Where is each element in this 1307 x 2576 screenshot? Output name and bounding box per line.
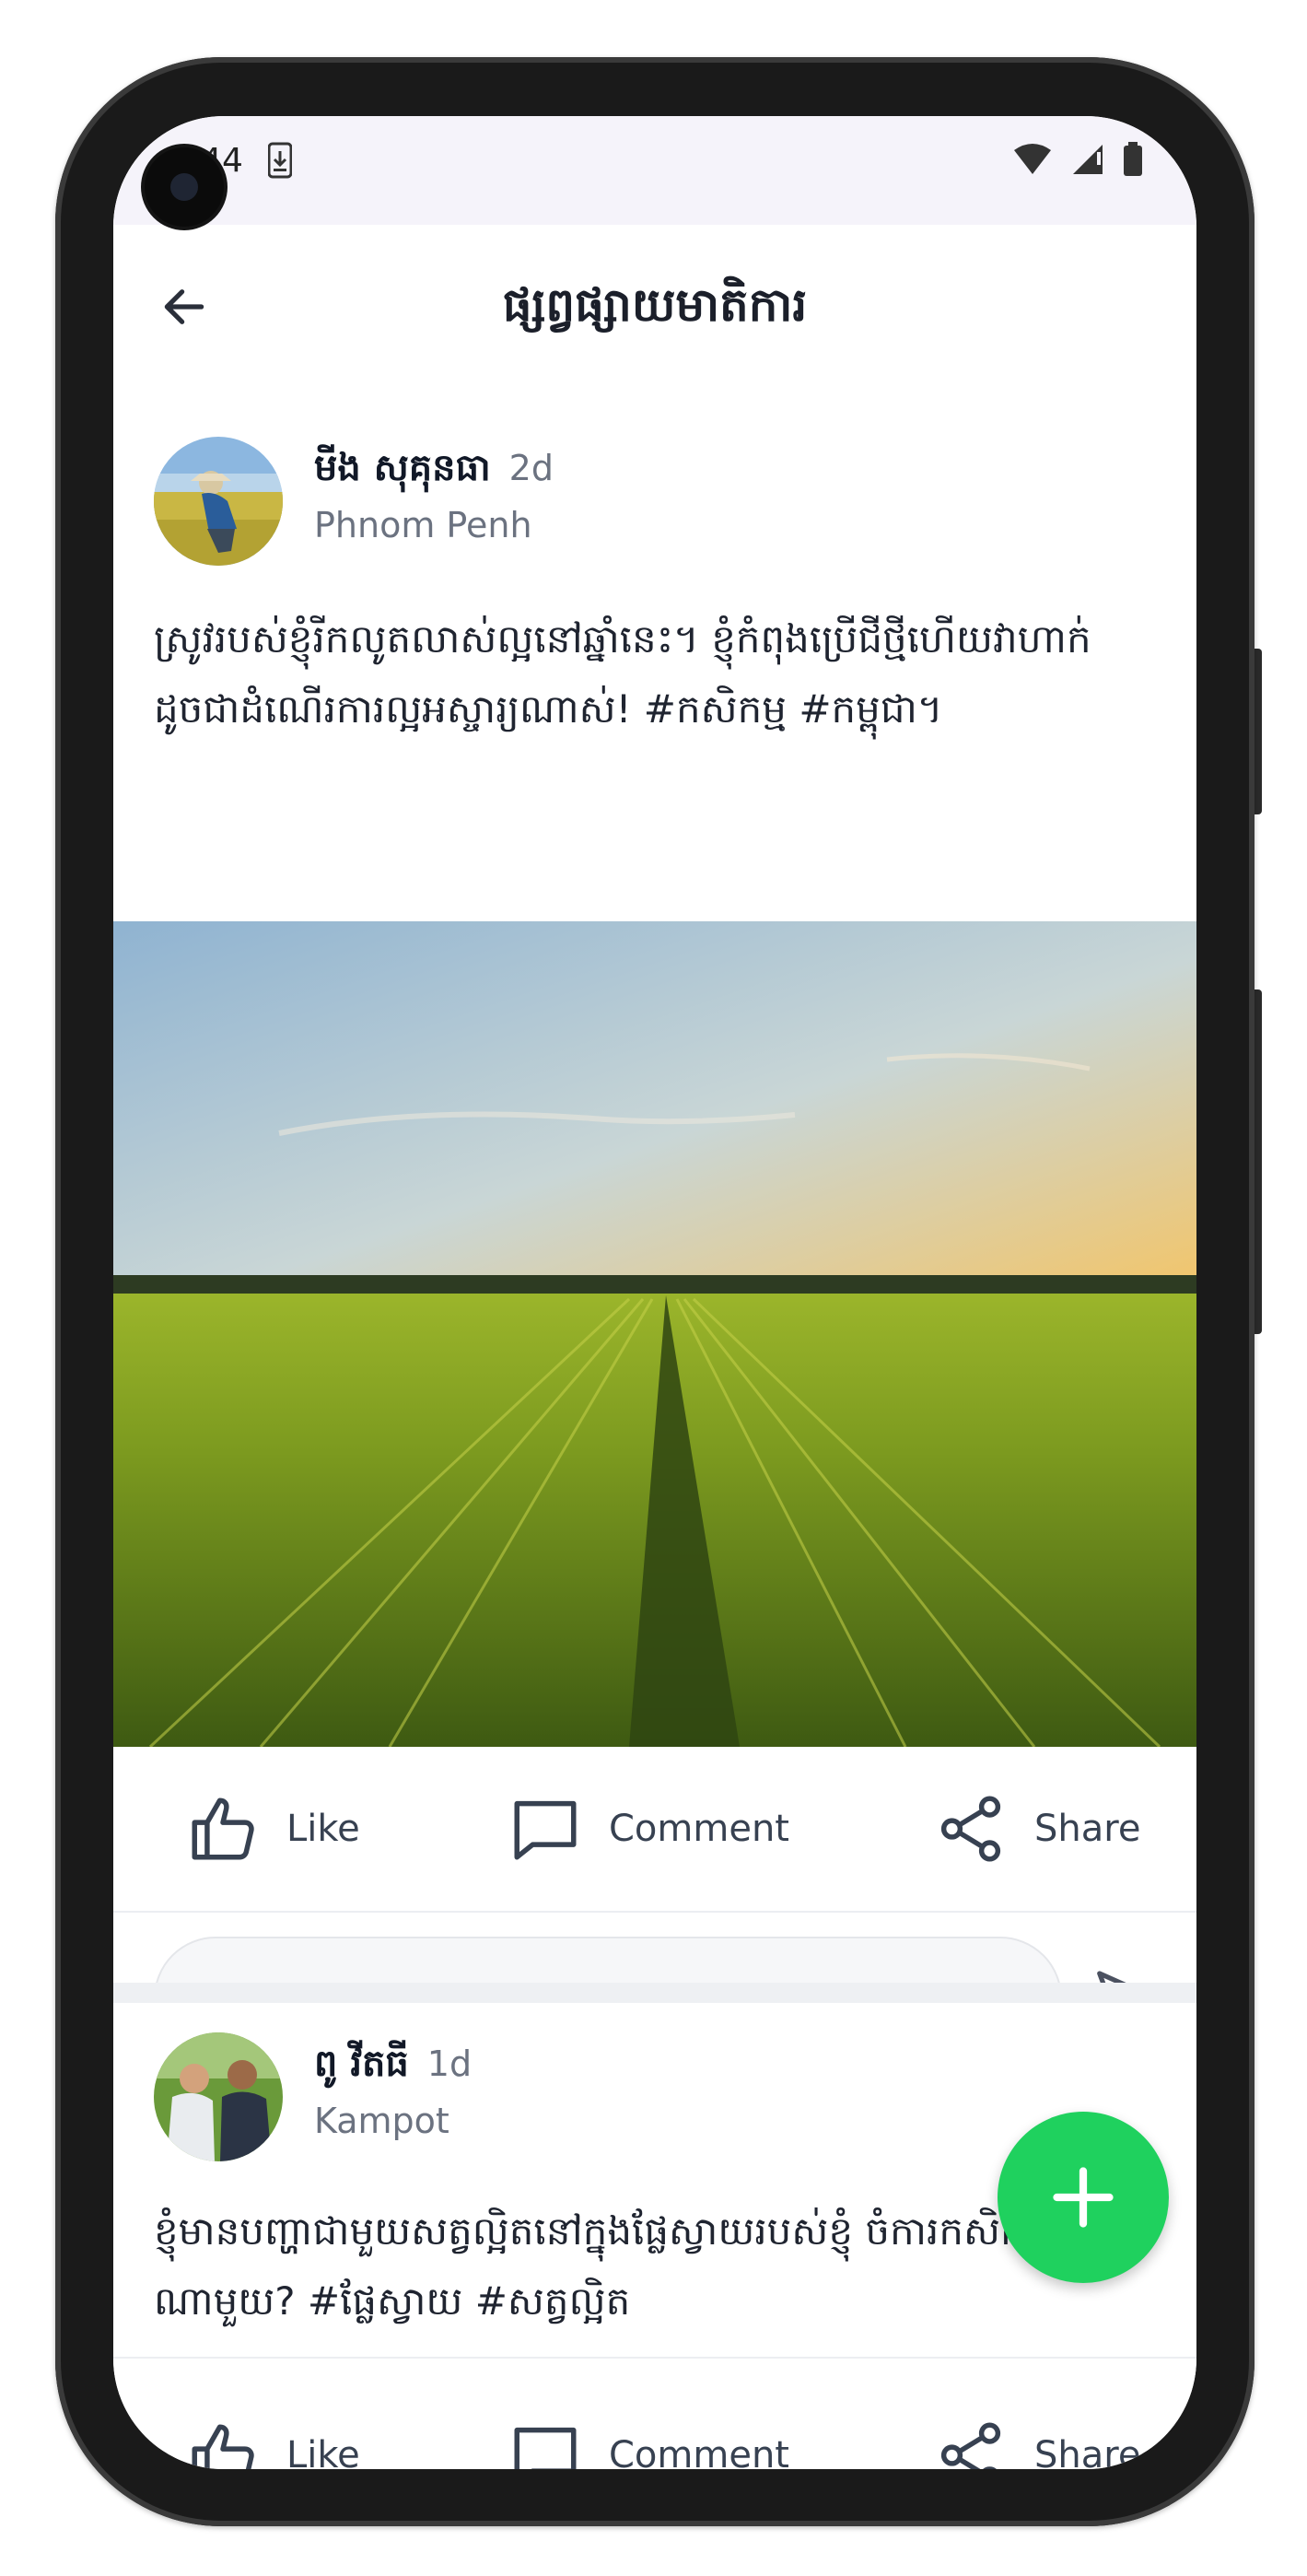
post-age: 1d xyxy=(426,2043,473,2084)
post-actions: Like Comment Share xyxy=(113,1747,1196,1911)
page-title: ផ្សព្វផ្សាយមាតិការ xyxy=(502,278,808,332)
post-actions: Like Comment Share xyxy=(113,2373,1196,2469)
share-label: Share xyxy=(1034,2434,1141,2469)
comment-button[interactable]: Comment xyxy=(508,2414,789,2469)
download-icon xyxy=(267,142,293,182)
status-bar: 9:44 xyxy=(113,116,1196,225)
comment-button[interactable]: Comment xyxy=(508,1787,789,1870)
author-name[interactable]: ពូ វីតធី 1d xyxy=(314,2040,472,2094)
thumbs-up-icon xyxy=(192,2424,254,2469)
share-button[interactable]: Share xyxy=(933,1787,1140,1870)
front-camera xyxy=(145,147,224,227)
comment-icon xyxy=(514,2427,577,2469)
avatar[interactable] xyxy=(154,437,283,566)
share-label: Share xyxy=(1034,1808,1141,1850)
post-age: 2d xyxy=(508,448,554,488)
plus-icon xyxy=(1053,2167,1114,2228)
app-bar: ផ្សព្វផ្សាយមាតិការ xyxy=(113,225,1196,389)
divider xyxy=(113,1911,1196,1913)
wifi-icon xyxy=(1012,143,1053,180)
phone-screen: 9:44 ផ្សព្វផ្សាយមាតិការ xyxy=(113,116,1196,2469)
post-card: មីង សុគុនធា 2d Phnom Penh ស្រូវរបស់ខ្ញុំរ… xyxy=(113,389,1196,2130)
avatar[interactable] xyxy=(154,2032,283,2161)
like-label: Like xyxy=(286,2434,360,2469)
author-name[interactable]: មីង សុគុនធា 2d xyxy=(314,444,554,498)
comment-label: Comment xyxy=(609,1808,789,1850)
like-label: Like xyxy=(286,1808,360,1850)
signal-icon xyxy=(1069,143,1106,180)
comment-label: Comment xyxy=(609,2434,789,2469)
post-separator xyxy=(113,1983,1196,2003)
create-post-button[interactable] xyxy=(998,2112,1169,2283)
thumbs-up-icon xyxy=(192,1797,254,1860)
battery-icon xyxy=(1123,142,1143,181)
post-text: ស្រូវរបស់ខ្ញុំរីកលូតលាស់ល្អនៅឆ្នាំនេះ។ ខ… xyxy=(154,616,1091,732)
post-image[interactable] xyxy=(113,921,1196,1747)
divider xyxy=(113,2357,1196,2359)
like-button[interactable]: Like xyxy=(185,1787,360,1870)
share-icon xyxy=(940,2422,1001,2469)
post-location: Phnom Penh xyxy=(314,505,532,545)
share-button[interactable]: Share xyxy=(933,2414,1140,2469)
like-button[interactable]: Like xyxy=(185,2414,360,2469)
post-location: Kampot xyxy=(314,2101,449,2141)
comment-icon xyxy=(514,1800,577,1860)
share-icon xyxy=(940,1796,1001,1862)
